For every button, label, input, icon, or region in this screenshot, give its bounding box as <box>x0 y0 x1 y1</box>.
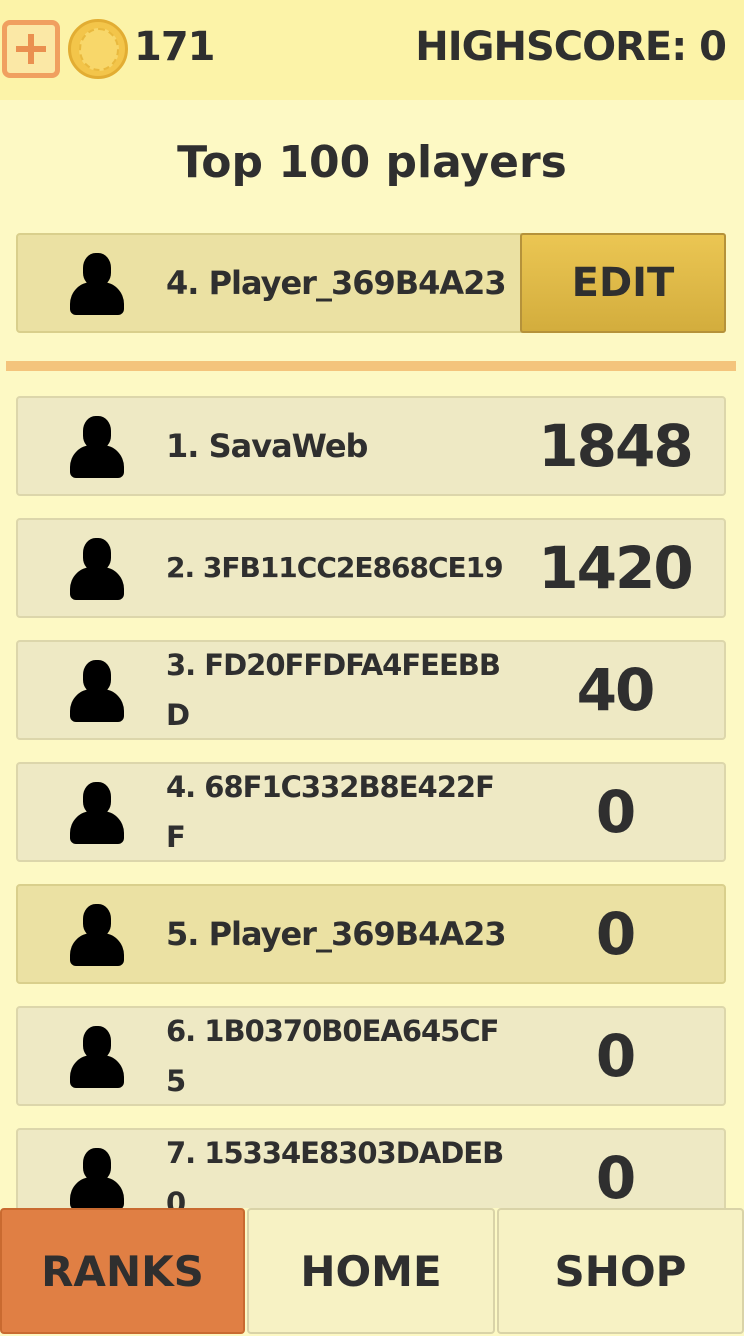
current-player-row: 4. Player_369B4A23 EDIT <box>16 233 726 333</box>
tab-shop[interactable]: SHOP <box>497 1208 744 1334</box>
user-icon <box>70 1026 124 1088</box>
highscore-label: HIGHSCORE: 0 <box>415 24 727 70</box>
player-name: 1. SavaWeb <box>166 427 368 465</box>
player-name: 6. 1B0370B0EA645CF5 <box>166 1014 499 1098</box>
user-icon <box>70 253 124 315</box>
player-name: 2. 3FB11CC2E868CE19 <box>166 551 504 584</box>
user-icon <box>70 416 124 478</box>
user-icon <box>70 782 124 844</box>
user-icon <box>70 1148 124 1208</box>
coin-icon <box>68 19 128 79</box>
player-score: 0 <box>595 1144 636 1208</box>
player-score: 1848 <box>538 412 693 480</box>
player-score: 0 <box>595 778 636 846</box>
player-name: 3. FD20FFDFA4FEEBBD <box>166 648 501 732</box>
divider <box>6 361 736 371</box>
player-name: 7. 15334E8303DADEB0 <box>166 1136 504 1208</box>
user-icon <box>70 538 124 600</box>
page-title: Top 100 players <box>177 137 567 188</box>
player-name: 4. 68F1C332B8E422FF <box>166 770 495 854</box>
leaderboard-row: 6. 1B0370B0EA645CF5 0 <box>16 1006 726 1106</box>
leaderboard-list[interactable]: 1. SavaWeb 1848 2. 3FB11CC2E868CE19 1420… <box>0 380 744 1208</box>
user-icon <box>70 660 124 722</box>
leaderboard-row: 1. SavaWeb 1848 <box>16 396 726 496</box>
top-bar: 171 HIGHSCORE: 0 <box>0 0 744 100</box>
leaderboard-row: 2. 3FB11CC2E868CE19 1420 <box>16 518 726 618</box>
leaderboard-row: 7. 15334E8303DADEB0 0 <box>16 1128 726 1208</box>
current-player-name: 4. Player_369B4A23 <box>166 264 507 302</box>
tab-ranks[interactable]: RANKS <box>0 1208 245 1334</box>
edit-button[interactable]: EDIT <box>520 233 726 333</box>
leaderboard-row: 3. FD20FFDFA4FEEBBD 40 <box>16 640 726 740</box>
player-score: 1420 <box>538 534 693 602</box>
player-score: 0 <box>595 1022 636 1090</box>
player-score: 40 <box>576 656 656 724</box>
tab-home[interactable]: HOME <box>247 1208 495 1334</box>
player-score: 0 <box>595 900 636 968</box>
leaderboard-row: 4. 68F1C332B8E422FF 0 <box>16 762 726 862</box>
add-coins-button[interactable] <box>2 20 60 78</box>
user-icon <box>70 904 124 966</box>
bottom-nav: RANKS HOME SHOP <box>0 1208 744 1336</box>
player-name: 5. Player_369B4A23 <box>166 915 507 953</box>
leaderboard-row-current-player: 5. Player_369B4A23 0 <box>16 884 726 984</box>
coin-count: 171 <box>134 24 215 70</box>
